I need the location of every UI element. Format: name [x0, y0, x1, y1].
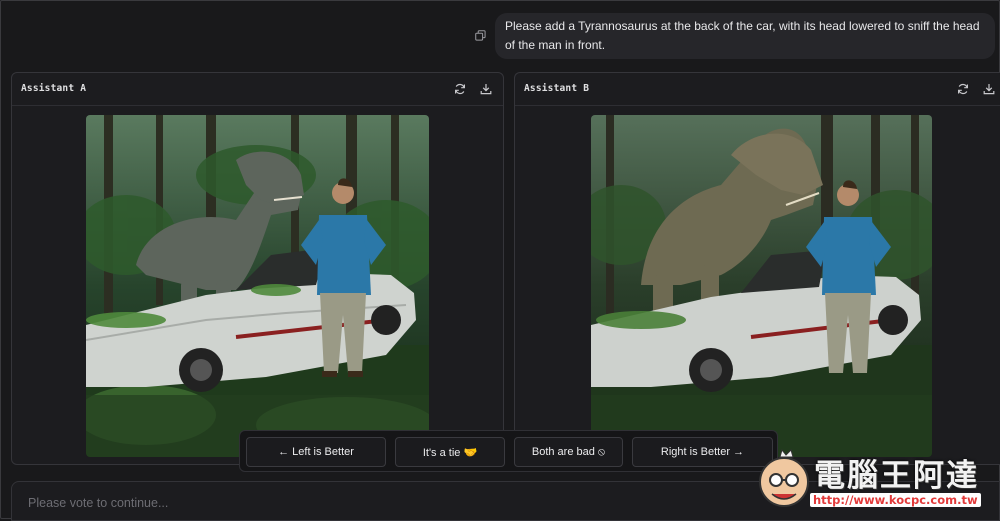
user-prompt-message: Please add a Tyrannosaurus at the back o…	[495, 13, 995, 59]
message-input[interactable]	[26, 495, 730, 511]
panel-header: Assistant B	[515, 73, 1000, 106]
watermark: 電腦王阿達 http://www.kocpc.com.tw	[752, 444, 997, 514]
copy-button[interactable]	[472, 27, 488, 43]
regenerate-button[interactable]	[453, 82, 467, 96]
watermark-title: 電腦王阿達	[814, 458, 979, 494]
prompt-text: Please add a Tyrannosaurus at the back o…	[505, 19, 980, 52]
both-bad-button[interactable]: Both are bad ⦸	[514, 437, 623, 467]
assistant-a-panel: Assistant A	[11, 72, 504, 465]
assistant-b-panel: Assistant B	[514, 72, 1000, 465]
download-button[interactable]	[982, 82, 996, 96]
copy-icon	[474, 29, 486, 41]
generated-image[interactable]	[591, 115, 932, 457]
tie-button[interactable]: It's a tie 🤝	[395, 437, 505, 467]
download-button[interactable]	[479, 82, 493, 96]
mascot-logo-icon	[759, 448, 809, 507]
download-icon	[480, 84, 492, 95]
panel-header: Assistant A	[12, 73, 503, 106]
refresh-icon	[455, 83, 465, 95]
vote-bar: ← Left is Better It's a tie 🤝 Both are b…	[239, 430, 778, 472]
panel-title: Assistant B	[524, 83, 590, 94]
watermark-url: http://www.kocpc.com.tw	[810, 493, 981, 507]
regenerate-button[interactable]	[956, 82, 970, 96]
left-is-better-button[interactable]: ← Left is Better	[246, 437, 386, 467]
download-icon	[983, 84, 995, 95]
generated-image[interactable]	[86, 115, 429, 457]
panel-title: Assistant A	[21, 83, 87, 94]
refresh-icon	[958, 83, 968, 95]
